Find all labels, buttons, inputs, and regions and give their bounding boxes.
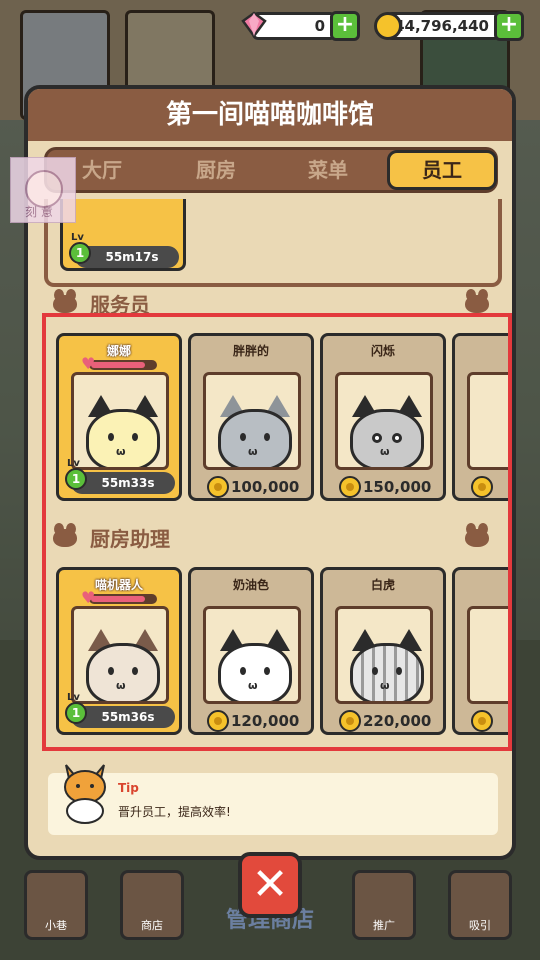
nav-label: 推广 [373,919,395,932]
paw-icon [460,521,494,547]
gem-icon [241,11,267,38]
panel-title: 第一间喵喵咖啡馆 [165,100,374,130]
cat-face: ω [216,395,294,467]
tab-bar: 大厅 厨房 菜单 员工 [44,147,498,193]
cafe-panel: 第一间喵喵咖啡馆 大厅 厨房 菜单 员工 Lv 55m17s 1 服务员 娜娜 … [24,85,516,860]
nav-label: 吸引 [469,919,491,932]
staff-portrait: ω [335,372,433,470]
paw-icon [48,521,82,547]
avatar-thumbnail: 刻 意 [10,157,76,223]
level-badge: 1 [65,468,87,490]
tab-kitchen[interactable]: 厨房 [161,150,271,190]
thumbnail-text: 刻 意 [25,205,53,219]
staff-card-nana[interactable]: 娜娜 ♥ ω Lv 55m33s 1 [56,333,182,501]
price-tag[interactable] [471,710,495,732]
coin-icon [471,476,493,498]
tip-box: Tip 晋升员工，提高效率! [48,764,498,835]
staff-card-partial[interactable] [452,567,508,735]
staff-portrait: ω [71,372,169,470]
staff-name: 胖胖的 [232,344,269,358]
price-tag[interactable]: 150,000 [339,476,431,498]
close-button[interactable]: ✕ [238,852,302,918]
add-gems-button[interactable]: + [330,11,360,41]
nav-promote[interactable]: 推广 [352,870,416,940]
nav-alley[interactable]: 小巷 [24,870,88,940]
level-badge: 1 [65,702,87,724]
coin-icon [471,710,493,732]
staff-card-cream[interactable]: 奶油色 ω 120,000 [188,567,314,735]
price-tag[interactable] [471,476,495,498]
cat-face: ω [84,395,162,467]
staff-name: 白虎 [370,578,395,592]
staff-card-partial[interactable] [452,333,508,501]
staff-portrait: ω [335,606,433,704]
section-title-kitchen-assistants: 厨房助理 [90,527,170,551]
nav-shop[interactable]: 商店 [120,870,184,940]
nav-attract[interactable]: 吸引 [448,870,512,940]
staff-card[interactable]: Lv 55m17s 1 [60,199,186,271]
coin-icon [339,476,361,498]
staff-card-robot[interactable]: 喵机器人 ♥ ω Lv 55m36s 1 [56,567,182,735]
coin-icon [339,710,361,732]
staff-name: 喵机器人 [94,578,143,592]
staff-card-shanshuo[interactable]: 闪烁 ω 150,000 [320,333,446,501]
coin-icon [207,710,229,732]
staff-card-white-tiger[interactable]: 白虎 ω 220,000 [320,567,446,735]
tip-cat-icon [64,764,106,824]
gem-count: 0 [314,17,325,35]
coin-count: 44,796,440 [394,17,489,35]
close-icon: ✕ [251,859,289,910]
staff-name: 娜娜 [106,344,131,358]
staff-portrait [467,606,508,704]
tab-menu[interactable]: 菜单 [273,150,383,190]
tip-text: 晋升员工，提高效率! [118,805,231,819]
level-badge: 1 [69,242,91,264]
nav-label: 小巷 [45,919,67,932]
coin-icon [207,476,229,498]
cat-face: ω [84,629,162,701]
tab-staff[interactable]: 员工 [387,150,497,190]
staff-scroll-area[interactable]: Lv 55m17s 1 服务员 娜娜 ♥ ω Lv 55m33s 1 胖胖的 ω… [40,199,508,759]
staff-name: 奶油色 [232,578,269,592]
staff-card-pangpang[interactable]: 胖胖的 ω 100,000 [188,333,314,501]
panel-header: 第一间喵喵咖啡馆 [28,89,512,141]
add-coins-button[interactable]: + [494,11,524,41]
tip-title: Tip [118,781,139,795]
coin-counter: 44,796,440 [386,12,500,40]
cat-face: ω [348,629,426,701]
nav-label: 商店 [141,919,163,932]
affection-bar: ♥ [81,590,157,606]
staff-name: 闪烁 [370,344,395,358]
cat-face: ω [216,629,294,701]
staff-portrait: ω [71,606,169,704]
affection-bar: ♥ [81,356,157,372]
price-tag[interactable]: 220,000 [339,710,431,732]
coin-icon [374,12,402,40]
top-staff-box: Lv 55m17s 1 [44,199,502,287]
price-tag[interactable]: 100,000 [207,476,299,498]
staff-portrait: ω [203,606,301,704]
staff-portrait [467,372,508,470]
price-tag[interactable]: 120,000 [207,710,299,732]
paw-icon [48,287,82,313]
staff-portrait: ω [203,372,301,470]
section-title-waiters: 服务员 [90,293,150,317]
paw-icon [460,287,494,313]
cat-face: ω [348,395,426,467]
